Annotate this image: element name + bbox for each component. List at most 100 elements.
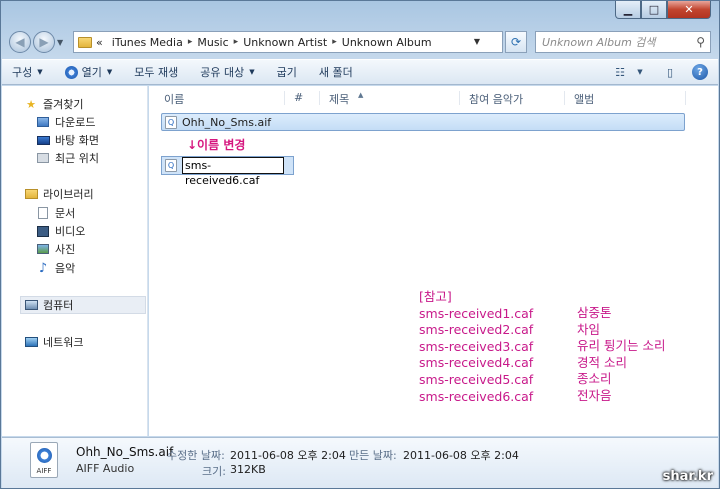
note-sound: 유리 튕기는 소리 [577, 338, 666, 354]
column-divider[interactable] [564, 91, 565, 105]
sort-ascending-icon: ▲ [358, 91, 364, 99]
folder-icon [78, 36, 92, 48]
open-label: 열기 [81, 66, 102, 79]
command-bar: 구성 ▼ 열기 ▼ 모두 재생 공유 대상 ▼ 굽기 새 폴더 ☷ ▼ ▯ ? [2, 59, 718, 85]
music-note-icon: ♪ [38, 260, 48, 276]
watermark: shar.kr [662, 469, 713, 484]
search-input[interactable]: Unknown Album 검색 ⚲ [535, 31, 711, 53]
column-header-number[interactable]: # [294, 91, 303, 104]
sidebar-item-label: 라이브러리 [43, 188, 94, 201]
sidebar-item-libraries[interactable]: 라이브러리 [24, 186, 94, 202]
recent-places-icon [36, 152, 50, 165]
desktop-icon [36, 134, 50, 147]
quicktime-file-icon: Q [165, 115, 177, 129]
open-button[interactable]: 열기 ▼ [64, 64, 112, 80]
created-label: 만든 날짜: [349, 449, 397, 462]
sidebar-item-music[interactable]: ♪ 음악 [36, 260, 75, 276]
back-button[interactable]: ◀ [9, 31, 31, 53]
column-header-album[interactable]: 앨범 [574, 91, 594, 107]
column-divider[interactable] [319, 91, 320, 105]
sidebar-item-label: 바탕 화면 [55, 134, 99, 147]
refresh-icon: ⟳ [510, 35, 522, 49]
star-icon: ★ [26, 97, 36, 111]
note-file: sms-received2.caf [419, 322, 534, 338]
navigation-bar: ◀ ▶ ▼ « iTunes Media ▸ Music ▸ Unknown A… [9, 29, 711, 55]
crumb-unknown-album[interactable]: Unknown Album [342, 36, 432, 49]
new-folder-button[interactable]: 새 폴더 [319, 64, 353, 80]
sidebar-item-pictures[interactable]: 사진 [36, 241, 75, 257]
created-value: 2011-06-08 오후 2:04 [403, 449, 519, 462]
address-bar[interactable]: « iTunes Media ▸ Music ▸ Unknown Artist … [73, 31, 503, 53]
sidebar-item-label: 비디오 [55, 225, 86, 238]
file-list-pane: 이름 ▲ # 제목 참여 음악가 앨범 Q Ohh_No_Sms.aif ↓이름… [149, 86, 718, 436]
help-icon[interactable]: ? [692, 64, 708, 80]
column-header-artists[interactable]: 참여 음악가 [469, 91, 523, 107]
picture-icon [36, 243, 50, 256]
crumb-itunes-media[interactable]: iTunes Media [112, 36, 183, 49]
recent-pages-dropdown[interactable]: ▼ [57, 38, 69, 47]
document-icon [36, 207, 50, 220]
new-folder-label: 새 폴더 [318, 66, 353, 79]
preview-pane-icon[interactable]: ▯ [662, 64, 678, 80]
crumb-separator-icon[interactable]: ▸ [332, 37, 337, 47]
crumb-separator-icon[interactable]: ▸ [234, 37, 239, 47]
details-pane: AIFF Ohh_No_Sms.aif AIFF Audio 수정한 날짜: 2… [2, 437, 718, 488]
note-sound: 전자음 [577, 387, 612, 403]
sidebar-item-label: 컴퓨터 [43, 299, 74, 312]
rename-hint: ↓이름 변경 [187, 138, 246, 152]
crumb-music[interactable]: Music [197, 36, 228, 49]
quicktime-logo-icon [37, 448, 52, 463]
share-label: 공유 대상 [200, 66, 245, 79]
crumb-unknown-artist[interactable]: Unknown Artist [243, 36, 327, 49]
column-divider[interactable] [459, 91, 460, 105]
reference-note-files: [참고] sms-received1.caf sms-received2.caf… [419, 289, 533, 405]
quicktime-icon [64, 65, 78, 79]
column-header-title[interactable]: 제목 [329, 91, 349, 107]
sidebar-item-desktop[interactable]: 바탕 화면 [36, 132, 99, 148]
forward-button[interactable]: ▶ [33, 31, 55, 53]
address-dropdown-icon[interactable]: ▼ [474, 37, 480, 46]
breadcrumb-overflow[interactable]: « [96, 36, 103, 49]
sidebar-item-recent[interactable]: 최근 위치 [36, 150, 99, 166]
maximize-button[interactable]: □ [641, 1, 667, 19]
play-all-button[interactable]: 모두 재생 [134, 64, 178, 80]
crumb-separator-icon[interactable]: ▸ [188, 37, 193, 47]
search-icon[interactable]: ⚲ [696, 35, 705, 49]
file-row-renaming[interactable]: Q sms-received6.caf [161, 156, 294, 187]
size-label: 크기: [202, 465, 226, 478]
aiff-file-icon: AIFF [30, 442, 58, 478]
note-file: sms-received3.caf [419, 338, 534, 354]
sidebar-item-favorites[interactable]: ★ 즐겨찾기 [24, 96, 83, 112]
play-all-label: 모두 재생 [134, 66, 179, 79]
network-icon [24, 336, 38, 349]
view-options-icon[interactable]: ☷ [612, 64, 628, 80]
note-sound: 종소리 [577, 371, 612, 387]
sidebar-item-computer[interactable]: 컴퓨터 [24, 297, 73, 313]
note-file: sms-received4.caf [419, 355, 534, 371]
sidebar-item-documents[interactable]: 문서 [36, 205, 75, 221]
share-button[interactable]: 공유 대상 ▼ [200, 64, 254, 80]
column-divider[interactable] [685, 91, 686, 105]
sidebar-item-network[interactable]: 네트워크 [24, 334, 83, 350]
column-header-name[interactable]: 이름 [164, 91, 184, 107]
view-dropdown-icon[interactable]: ▼ [632, 64, 648, 80]
sidebar-item-downloads[interactable]: 다운로드 [36, 114, 95, 130]
close-button[interactable]: ✕ [667, 1, 711, 19]
note-file: sms-received5.caf [419, 371, 534, 387]
library-icon [24, 188, 38, 201]
computer-icon [24, 299, 38, 312]
burn-button[interactable]: 굽기 [277, 64, 297, 80]
organize-button[interactable]: 구성 ▼ [12, 64, 43, 80]
sidebar-item-videos[interactable]: 비디오 [36, 223, 85, 239]
file-row-original[interactable]: Q Ohh_No_Sms.aif [161, 113, 685, 131]
minimize-button[interactable]: ▁ [615, 1, 641, 19]
film-icon [36, 225, 50, 238]
details-file-type: AIFF Audio [76, 462, 135, 475]
note-file: sms-received1.caf [419, 305, 534, 321]
column-headers: 이름 ▲ # 제목 참여 음악가 앨범 [149, 89, 718, 107]
column-divider[interactable] [284, 91, 285, 105]
chevron-down-icon: ▼ [37, 68, 43, 76]
rename-input[interactable]: sms-received6.caf [182, 157, 284, 187]
details-file-name: Ohh_No_Sms.aif [76, 445, 174, 459]
refresh-button[interactable]: ⟳ [505, 31, 527, 53]
